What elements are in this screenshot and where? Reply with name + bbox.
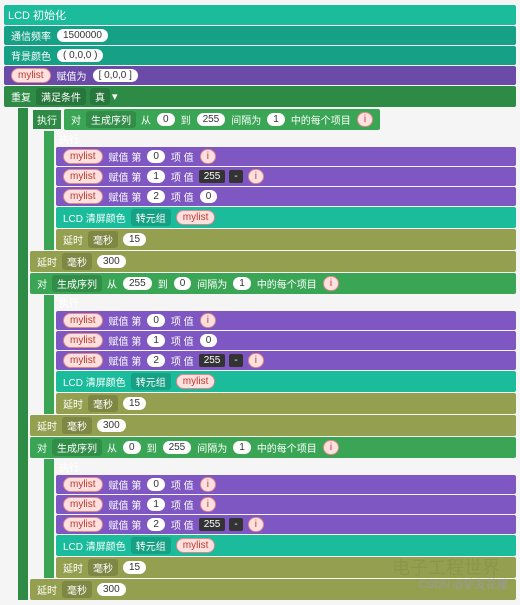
from-val-1[interactable]: 0 — [157, 113, 175, 126]
freq-block[interactable]: 通信频率 1500000 — [4, 26, 516, 45]
delay-15-a[interactable]: 延时毫秒15 — [56, 229, 516, 250]
csdn-watermark: CSDN @驴友花雕 — [419, 576, 508, 592]
to-val-2[interactable]: 0 — [174, 277, 192, 290]
step-val-3[interactable]: 1 — [233, 441, 251, 454]
lcd-clear-c[interactable]: LCD 清屏颜色转元组mylist — [56, 535, 516, 556]
set-idx-1-c[interactable]: mylist赋值 第1项 值i — [56, 495, 516, 514]
lcd-clear-a[interactable]: LCD 清屏颜色转元组mylist — [56, 207, 516, 228]
set-idx-1-b[interactable]: mylist赋值 第1项 值0 — [56, 331, 516, 350]
from-val-3[interactable]: 0 — [123, 441, 141, 454]
for-block-1[interactable]: 对生成序列从0到255间隔为1中的每个项目i — [64, 109, 380, 130]
delay-15-b[interactable]: 延时毫秒15 — [56, 393, 516, 414]
set-idx-0-a[interactable]: mylist赋值 第0项 值i — [56, 147, 516, 166]
mylist-init-block[interactable]: mylist 赋值为 [ 0,0,0 ] — [4, 66, 516, 85]
for-block-3[interactable]: 对生成序列从0到255间隔为1中的每个项目i — [30, 437, 516, 458]
lcd-init-block[interactable]: LCD 初始化 — [4, 5, 516, 25]
to-val-3[interactable]: 255 — [163, 441, 192, 454]
exec-label: 执行 — [33, 110, 61, 129]
loop-var-1[interactable]: i — [357, 112, 373, 127]
freq-label: 通信频率 — [11, 28, 51, 43]
assign-label: 赋值为 — [57, 68, 87, 83]
delay-300-a[interactable]: 延时毫秒300 — [30, 251, 516, 272]
set-idx-2-b[interactable]: mylist赋值 第2项 值255-i — [56, 351, 516, 370]
mylist-var[interactable]: mylist — [11, 68, 51, 83]
step-val-1[interactable]: 1 — [267, 113, 285, 126]
for-block-2[interactable]: 对生成序列从255到0间隔为1中的每个项目i — [30, 273, 516, 294]
lcd-clear-b[interactable]: LCD 清屏颜色转元组mylist — [56, 371, 516, 392]
freq-value[interactable]: 1500000 — [57, 29, 108, 42]
delay-300-b[interactable]: 延时毫秒300 — [30, 415, 516, 436]
bgcolor-label: 背景颜色 — [11, 48, 51, 63]
set-idx-1-a[interactable]: mylist赋值 第1项 值255-i — [56, 167, 516, 186]
set-idx-0-b[interactable]: mylist赋值 第0项 值i — [56, 311, 516, 330]
to-val-1[interactable]: 255 — [197, 113, 226, 126]
step-val-2[interactable]: 1 — [233, 277, 251, 290]
bgcolor-block[interactable]: 背景颜色 ( 0,0,0 ) — [4, 46, 516, 65]
condition-chip[interactable]: 满足条件 — [36, 88, 86, 105]
lcd-init-label: LCD 初始化 — [8, 7, 66, 23]
set-idx-2-a[interactable]: mylist赋值 第2项 值0 — [56, 187, 516, 206]
from-val-2[interactable]: 255 — [123, 277, 152, 290]
repeat-block[interactable]: 重复满足条件真▾ — [4, 86, 516, 107]
exec-inner-1: 执行 — [59, 135, 79, 146]
true-chip[interactable]: 真 — [90, 88, 110, 105]
exec-inner-3: 执行 — [59, 463, 79, 474]
exec-inner-2: 执行 — [59, 299, 79, 310]
set-idx-0-c[interactable]: mylist赋值 第0项 值i — [56, 475, 516, 494]
bgcolor-value[interactable]: ( 0,0,0 ) — [57, 49, 103, 62]
set-idx-2-c[interactable]: mylist赋值 第2项 值255-i — [56, 515, 516, 534]
repeat-label: 重复 — [11, 89, 31, 104]
mylist-init-val[interactable]: [ 0,0,0 ] — [93, 69, 138, 82]
